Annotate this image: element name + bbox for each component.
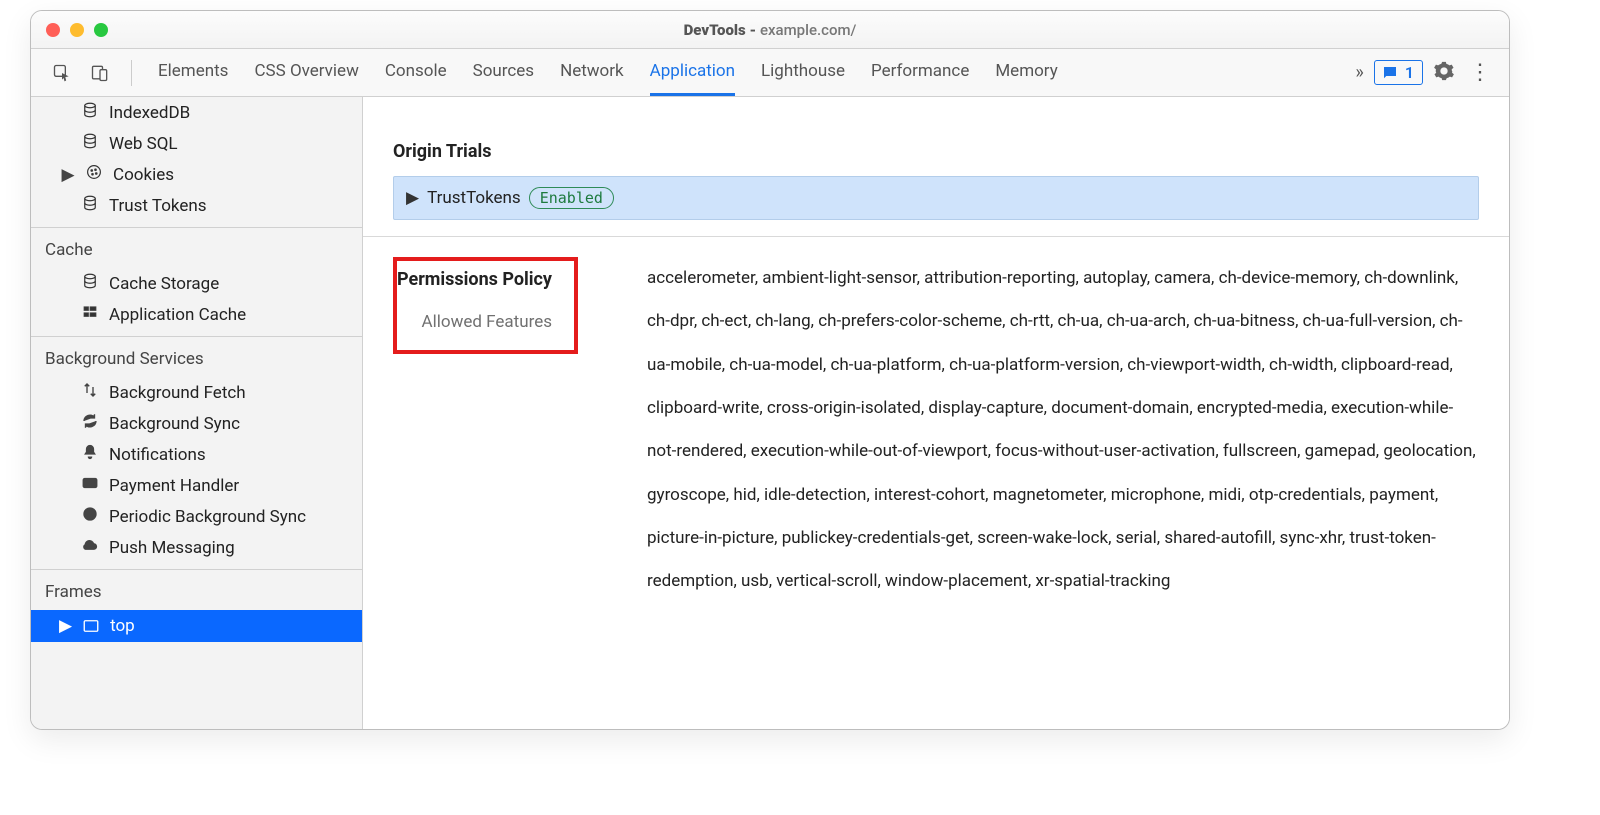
card-icon	[81, 474, 99, 497]
bg-item-payment-handler[interactable]: Payment Handler	[31, 470, 362, 501]
tab-css-overview[interactable]: CSS Overview	[254, 49, 358, 96]
main-pane: Origin Trials ▶ TrustTokens Enabled Perm…	[363, 97, 1509, 729]
storage-item-trust-tokens[interactable]: Trust Tokens	[31, 190, 362, 221]
highlight-annotation: Permissions Policy Allowed Features	[393, 257, 578, 354]
transfer-icon	[81, 381, 99, 404]
toolbar: Elements CSS Overview Console Sources Networ…	[31, 49, 1509, 97]
sidebar-item-label: Background Sync	[109, 414, 240, 434]
storage-item-web-sql[interactable]: Web SQL	[31, 128, 362, 159]
tab-lighthouse[interactable]: Lighthouse	[761, 49, 845, 96]
frame-top-label: top	[110, 616, 135, 636]
bell-icon	[81, 443, 99, 466]
tab-network[interactable]: Network	[560, 49, 624, 96]
caret-right-icon: ▶	[61, 165, 75, 185]
storage-item-indexeddb[interactable]: IndexedDB	[31, 97, 362, 128]
settings-gear-icon[interactable]	[1433, 60, 1455, 86]
device-toggle-icon[interactable]	[83, 56, 117, 90]
origin-trial-name: TrustTokens	[427, 188, 521, 208]
sidebar-item-label: Application Cache	[109, 305, 246, 325]
frame-top[interactable]: ▶ top	[31, 610, 362, 642]
frames-group-header: Frames	[31, 570, 362, 610]
issues-badge[interactable]: 1	[1374, 60, 1423, 85]
tab-application[interactable]: Application	[650, 49, 735, 96]
sidebar-item-label: Notifications	[109, 445, 206, 465]
title-prefix: DevTools -	[684, 21, 760, 39]
more-tabs-chevron-icon[interactable]: »	[1355, 62, 1363, 83]
issues-count: 1	[1405, 63, 1414, 82]
cookie-icon	[85, 163, 103, 186]
inspect-element-icon[interactable]	[45, 56, 79, 90]
frame-icon	[82, 617, 100, 635]
sidebar-item-label: Payment Handler	[109, 476, 239, 496]
allowed-features-value: accelerometer, ambient-light-sensor, att…	[631, 257, 1479, 604]
permissions-policy-section: Permissions Policy Allowed Features acce…	[363, 237, 1509, 634]
origin-trials-section: Origin Trials ▶ TrustTokens Enabled	[363, 117, 1509, 237]
tab-memory[interactable]: Memory	[995, 49, 1057, 96]
allowed-features-label: Allowed Features	[397, 312, 552, 332]
titlebar: DevTools - example.com/	[31, 11, 1509, 49]
devtools-window: DevTools - example.com/ Elements CSS Over…	[30, 10, 1510, 730]
storage-item-cookies[interactable]: ▶ Cookies	[31, 159, 362, 190]
origin-trial-status-badge: Enabled	[529, 187, 614, 209]
tab-console[interactable]: Console	[385, 49, 447, 96]
db-icon	[81, 272, 99, 295]
cache-group-header: Cache	[31, 228, 362, 268]
panel-tabs: Elements CSS Overview Console Sources Networ…	[150, 49, 1355, 96]
bg-item-background-sync[interactable]: Background Sync	[31, 408, 362, 439]
clock-icon	[81, 505, 99, 528]
sidebar-item-label: IndexedDB	[109, 103, 190, 123]
origin-trials-title: Origin Trials	[393, 141, 1479, 162]
cache-item-cache-storage[interactable]: Cache Storage	[31, 268, 362, 299]
sidebar-item-label: Cache Storage	[109, 274, 219, 294]
toolbar-divider	[131, 60, 132, 86]
cloud-icon	[81, 536, 99, 559]
origin-trial-row[interactable]: ▶ TrustTokens Enabled	[393, 176, 1479, 220]
sidebar-item-label: Trust Tokens	[109, 196, 207, 216]
bg-item-periodic-background-sync[interactable]: Periodic Background Sync	[31, 501, 362, 532]
bg-item-push-messaging[interactable]: Push Messaging	[31, 532, 362, 563]
bg-services-group-header: Background Services	[31, 337, 362, 377]
caret-right-icon: ▶	[406, 188, 419, 208]
cache-item-application-cache[interactable]: Application Cache	[31, 299, 362, 330]
sidebar-item-label: Background Fetch	[109, 383, 246, 403]
permissions-policy-title: Permissions Policy	[397, 269, 552, 290]
kebab-menu-icon[interactable]: ⋮	[1465, 60, 1495, 85]
bg-item-notifications[interactable]: Notifications	[31, 439, 362, 470]
sidebar-item-label: Push Messaging	[109, 538, 235, 558]
db-icon	[81, 132, 99, 155]
bg-item-background-fetch[interactable]: Background Fetch	[31, 377, 362, 408]
tab-sources[interactable]: Sources	[473, 49, 534, 96]
caret-right-icon: ▶	[59, 616, 72, 636]
tab-performance[interactable]: Performance	[871, 49, 969, 96]
tab-elements[interactable]: Elements	[158, 49, 228, 96]
sync-icon	[81, 412, 99, 435]
grid-icon	[81, 303, 99, 326]
db-icon	[81, 194, 99, 217]
sidebar: IndexedDB Web SQL ▶ Cookies Trust Tokens Cac…	[31, 97, 363, 729]
sidebar-item-label: Cookies	[113, 165, 174, 185]
sidebar-item-label: Periodic Background Sync	[109, 507, 306, 527]
title-domain: example.com/	[760, 21, 856, 39]
db-icon	[81, 101, 99, 124]
window-title: DevTools - example.com/	[31, 21, 1509, 39]
sidebar-item-label: Web SQL	[109, 134, 178, 154]
